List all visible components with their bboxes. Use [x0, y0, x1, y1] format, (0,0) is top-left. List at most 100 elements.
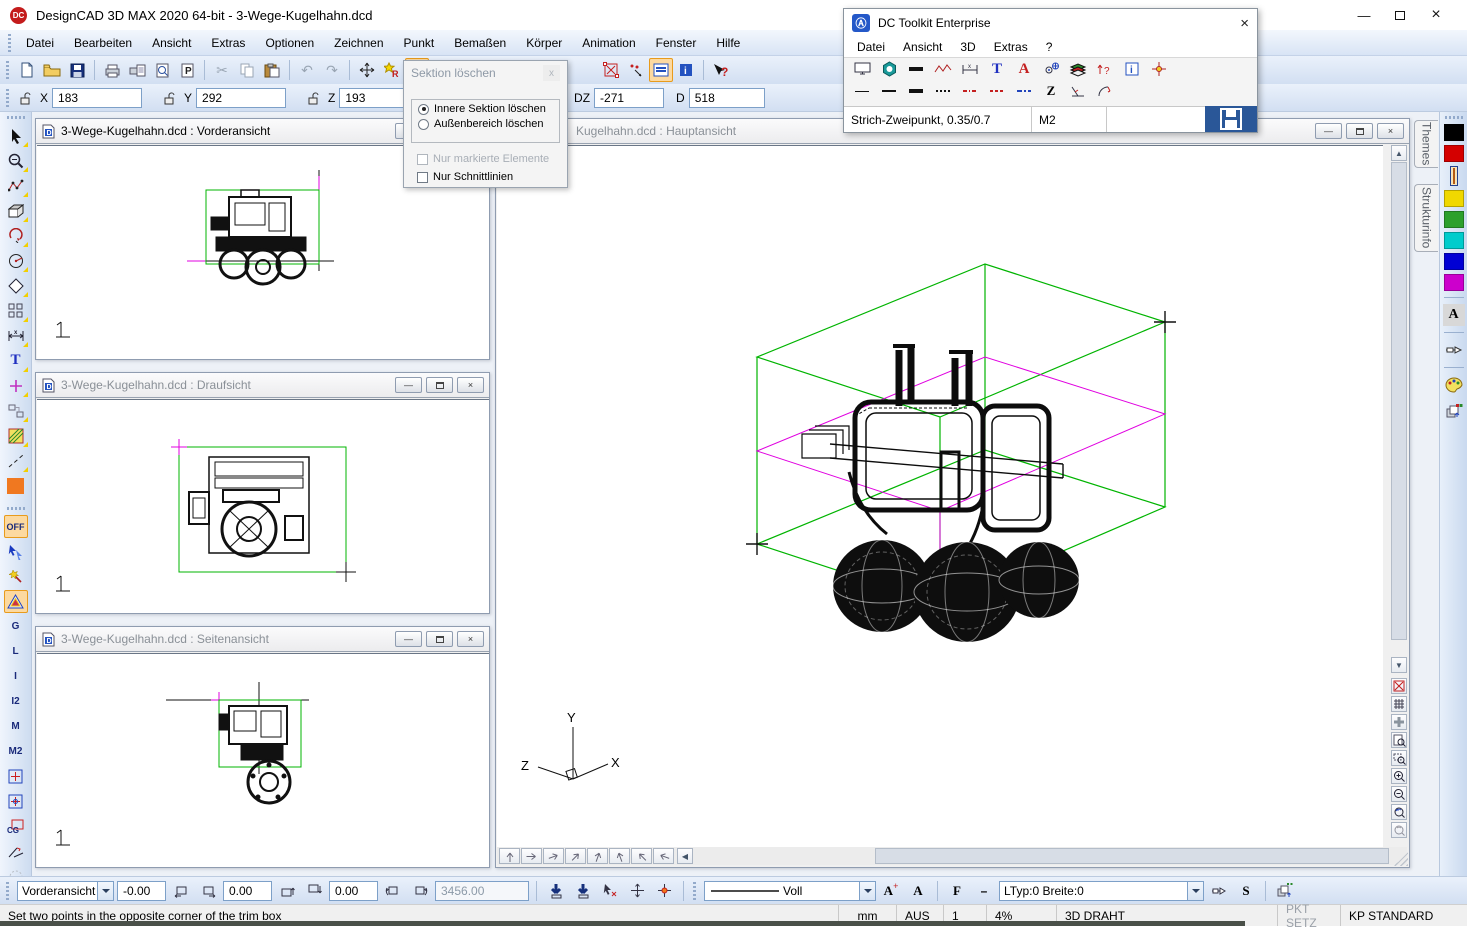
thick-line-icon[interactable]	[905, 60, 927, 79]
top-view-canvas[interactable]	[37, 399, 489, 613]
hand-pointer-icon[interactable]	[1207, 879, 1231, 903]
arc-icon[interactable]	[1094, 82, 1116, 101]
line-dotted-icon[interactable]	[932, 82, 954, 101]
popup-close-button[interactable]: x	[543, 65, 560, 81]
close-box-icon[interactable]	[1391, 678, 1407, 694]
minimize-button[interactable]: —	[1357, 8, 1371, 23]
swatch-cyan[interactable]	[1444, 232, 1464, 249]
minus-icon[interactable]: –	[972, 879, 996, 903]
toolkit-close-button[interactable]: ×	[1240, 15, 1249, 32]
line-dashdot-blue-icon[interactable]	[1013, 82, 1035, 101]
line-thick-icon[interactable]	[905, 82, 927, 101]
zoom-in-icon[interactable]	[1391, 768, 1407, 784]
target-icon[interactable]	[1040, 60, 1062, 79]
minimize-button[interactable]: —	[1315, 123, 1342, 139]
page-up-icon[interactable]	[571, 879, 595, 903]
roll-right-icon[interactable]	[408, 879, 432, 903]
solid-box-icon[interactable]	[4, 199, 28, 222]
bottombar-grip[interactable]	[6, 882, 9, 900]
line-style-select[interactable]: Voll	[704, 881, 876, 901]
page-down-icon[interactable]	[544, 879, 568, 903]
check-cutlines[interactable]	[417, 172, 428, 183]
status-kp[interactable]: KP STANDARD	[1340, 905, 1452, 926]
redo-icon[interactable]: ↷	[320, 58, 344, 82]
radio-inner-row[interactable]: Innere Sektion löschen	[412, 100, 559, 115]
swatch-black[interactable]	[1444, 124, 1464, 141]
menu-koerper[interactable]: Körper	[516, 32, 572, 54]
publish-p-icon[interactable]: P	[175, 58, 199, 82]
menu-hilfe[interactable]: Hilfe	[706, 32, 750, 54]
rotate-icon[interactable]	[4, 224, 28, 247]
snap-logo-icon[interactable]	[4, 590, 28, 613]
zoom-page-icon[interactable]	[1391, 732, 1407, 748]
print-preview-icon[interactable]	[150, 58, 174, 82]
tab-strukturinfo[interactable]: Strukturinfo	[1414, 184, 1438, 252]
close-button[interactable]: ×	[1377, 123, 1404, 139]
text-t-icon[interactable]: T	[986, 60, 1008, 79]
f-key-icon[interactable]: F	[945, 879, 969, 903]
toolkit-menu-extras[interactable]: Extras	[985, 38, 1037, 56]
popup-titlebar[interactable]: Sektion löschen x	[404, 61, 567, 85]
context-help-icon[interactable]: ?	[709, 58, 733, 82]
swatch-magenta[interactable]	[1444, 274, 1464, 291]
text-a-icon[interactable]: A	[1013, 60, 1035, 79]
view-angle-110-button[interactable]	[609, 848, 630, 864]
rotate-left-icon[interactable]	[169, 879, 193, 903]
menu-zeichnen[interactable]: Zeichnen	[324, 32, 393, 54]
close-button[interactable]: ×	[457, 377, 484, 393]
zoom-next-icon[interactable]	[1391, 822, 1407, 838]
menu-punkt[interactable]: Punkt	[394, 32, 445, 54]
bottombar-grip-2[interactable]	[693, 882, 696, 900]
coordbar-grip[interactable]	[6, 89, 9, 107]
menu-extras[interactable]: Extras	[201, 32, 255, 54]
dim-query-icon[interactable]: ?	[1094, 60, 1116, 79]
zoom-previous-icon[interactable]	[1391, 804, 1407, 820]
dropdown-arrow-icon[interactable]	[97, 882, 113, 900]
horizontal-scrollbar-thumb[interactable]	[875, 848, 1389, 864]
z-axis-icon[interactable]: Z	[1040, 82, 1062, 101]
hand-pointer-icon[interactable]	[1443, 339, 1465, 361]
info-panel-icon[interactable]	[649, 58, 673, 82]
minimize-button[interactable]: —	[395, 631, 422, 647]
toolkit-save-button[interactable]	[1205, 106, 1257, 132]
menu-fenster[interactable]: Fenster	[646, 32, 707, 54]
toolkit-menu-help[interactable]: ?	[1037, 38, 1062, 56]
restore-button[interactable]	[1346, 123, 1373, 139]
z-lock-icon[interactable]	[302, 86, 326, 110]
ltype-select[interactable]: LTyp:0 Breite:0	[999, 881, 1204, 901]
status-pkt[interactable]: PKT SETZ	[1277, 905, 1340, 926]
toolkit-menu-3d[interactable]: 3D	[951, 38, 984, 56]
menubar-grip[interactable]	[8, 34, 11, 52]
view-select[interactable]: Vorderansicht	[17, 881, 114, 901]
snap-box-2-icon[interactable]	[4, 790, 28, 813]
menu-bearbeiten[interactable]: Bearbeiten	[64, 32, 142, 54]
top-view-titlebar[interactable]: D 3-Wege-Kugelhahn.dcd : Draufsicht — ×	[36, 373, 489, 398]
snap-m2[interactable]: M2	[4, 740, 28, 763]
menu-ansicht[interactable]: Ansicht	[142, 32, 201, 54]
distance-field[interactable]: 3456.00	[435, 881, 529, 901]
palette-icon[interactable]	[1443, 374, 1465, 396]
dropdown-arrow-icon[interactable]	[859, 882, 875, 900]
snap-tangent-icon[interactable]	[4, 840, 28, 863]
snap-i2[interactable]: I2	[4, 690, 28, 713]
zoom-out-icon[interactable]	[1391, 786, 1407, 802]
line-medium-icon[interactable]	[878, 82, 900, 101]
snap-i[interactable]: I	[4, 665, 28, 688]
select-cursor-icon[interactable]	[4, 124, 28, 147]
line-dashed-red-icon[interactable]	[986, 82, 1008, 101]
y-input[interactable]: 292	[196, 88, 286, 108]
line-dashdot-red-icon[interactable]	[959, 82, 981, 101]
menu-datei[interactable]: Datei	[16, 32, 64, 54]
swatch-green[interactable]	[1444, 211, 1464, 228]
snap-l[interactable]: L	[4, 640, 28, 663]
rotation-x-field[interactable]: -0.00	[117, 881, 166, 901]
select-remove-icon[interactable]	[598, 879, 622, 903]
x-input[interactable]: 183	[52, 88, 142, 108]
palette-grip[interactable]	[1445, 116, 1463, 119]
close-button[interactable]: ×	[1429, 6, 1443, 24]
snap-g[interactable]: G	[4, 615, 28, 638]
dimension-icon[interactable]: x	[959, 60, 981, 79]
copy-icon[interactable]	[235, 58, 259, 82]
main-view-canvas[interactable]: Y X Z	[497, 145, 1383, 847]
color-orange-icon[interactable]	[4, 474, 28, 497]
